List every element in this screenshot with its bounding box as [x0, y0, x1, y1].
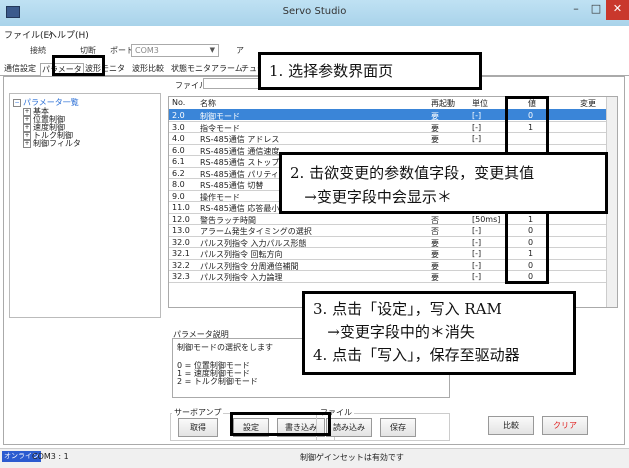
step2-line2: →变更字段中会显示＊	[290, 188, 452, 206]
table-cell: 否	[431, 227, 439, 236]
tree-item[interactable]: + 制御フィルタ	[23, 138, 81, 149]
description-line: 2 = トルク制御モード	[177, 377, 258, 386]
table-cell: 要	[431, 123, 439, 133]
table-cell: [-]	[472, 122, 482, 132]
table-cell: 制御モード	[200, 112, 240, 121]
tab-comm-settings[interactable]: 通信設定	[3, 63, 37, 76]
servo-amp-label: サーボアンプ	[172, 407, 224, 418]
table-cell: 6.0	[172, 145, 185, 155]
table-cell: パルス列指令 回転方向	[200, 250, 283, 259]
close-button[interactable]: ✕	[606, 0, 629, 20]
window-title: Servo Studio	[282, 6, 347, 17]
table-cell: パルス列指令 入力論理	[200, 273, 283, 282]
tab-alarm[interactable]: アラーム	[210, 63, 244, 76]
tab-waveform-compare[interactable]: 波形比較	[131, 63, 165, 76]
table-cell: 否	[431, 215, 439, 225]
menu-bar	[0, 26, 629, 42]
highlight-parameter-tab	[52, 55, 105, 76]
maximize-button[interactable]: □	[586, 0, 606, 20]
table-cell: 警告ラッチ時間	[200, 215, 256, 225]
table-cell: 13.0	[172, 226, 190, 235]
toolbar-label-a: ア	[236, 46, 244, 55]
tab-status-monitor[interactable]: 状態モニタ	[170, 63, 212, 76]
table-cell: 3.0	[172, 122, 185, 132]
table-cell: 4.0	[172, 134, 185, 143]
table-cell: 9.0	[172, 191, 185, 201]
table-cell: [-]	[472, 272, 482, 281]
table-cell: 要	[431, 238, 439, 248]
table-cell: 32.0	[172, 237, 190, 247]
step1-callout: 1. 选择参数界面页	[258, 52, 482, 90]
table-cell: [-]	[472, 134, 482, 143]
menu-help[interactable]: ヘルプ(H)	[48, 28, 89, 41]
table-cell: [-]	[472, 249, 482, 258]
parameter-tree: − パラメータ一覧 + 基本 + 位置制御 + 速度制御 + トルク制御 + 制御フィルタ	[9, 93, 161, 318]
table-cell: 要	[431, 250, 439, 259]
table-cell: パルス列指令 分周通倍補間	[200, 261, 299, 271]
table-cell: 要	[431, 135, 439, 144]
table-cell: アラーム発生タイミングの選択	[200, 227, 312, 236]
expand-icon[interactable]: +	[23, 139, 31, 148]
table-cell: RS-485通信 応答最小時	[200, 204, 288, 213]
table-cell: RS-485通信 アドレス	[200, 135, 280, 144]
table-cell: 要	[431, 273, 439, 282]
chevron-down-icon: ▼	[209, 46, 215, 54]
save-button[interactable]: 保存	[380, 418, 416, 437]
compare-button[interactable]: 比較	[488, 416, 534, 435]
table-cell: 32.2	[172, 260, 190, 270]
table-cell: 要	[431, 112, 439, 121]
table-cell: RS-485通信 切替	[200, 181, 264, 190]
column-header-changed[interactable]: 変更	[580, 98, 596, 109]
table-cell: [-]	[472, 226, 482, 235]
connect-button[interactable]: 接続	[30, 45, 46, 56]
table-cell: 2.0	[172, 111, 185, 120]
table-cell: パルス列指令 入力パルス形態	[200, 238, 307, 248]
description-line: 制御モードの選択をします	[177, 343, 273, 352]
table-cell: 操作モード	[200, 192, 240, 202]
step3-line3: 4. 点击「写入」，保存至驱动器	[313, 346, 520, 364]
highlight-set-write-buttons	[230, 412, 331, 436]
table-cell: 6.2	[172, 168, 185, 178]
step2-callout: 2. 击欲变更的参数值字段，变更其值 →变更字段中会显示＊	[279, 152, 608, 214]
table-cell: [-]	[472, 237, 482, 247]
collapse-icon[interactable]: −	[13, 98, 21, 107]
step3-callout: 3. 点击「设定」，写入 RAM →变更字段中的＊消失 4. 点击「写入」，保存…	[302, 291, 576, 375]
table-cell: 11.0	[172, 203, 190, 212]
clear-button[interactable]: クリア	[542, 416, 588, 435]
table-cell: [-]	[472, 111, 482, 120]
com-status: COM3 : 1	[32, 452, 69, 461]
column-header-unit[interactable]: 単位	[472, 98, 488, 109]
minimize-button[interactable]: –	[566, 0, 586, 20]
tree-item-label: 制御フィルタ	[33, 139, 81, 148]
step3-line2: →变更字段中的＊消失	[313, 323, 475, 341]
table-cell: 32.3	[172, 272, 190, 281]
load-button[interactable]: 読み込み	[326, 418, 372, 437]
step2-line1: 2. 击欲变更的参数值字段，变更其值	[290, 164, 535, 182]
table-cell: 8.0	[172, 180, 185, 189]
column-header-name[interactable]: 名称	[200, 98, 216, 109]
gain-status: 制御ゲインセットは有効です	[300, 453, 404, 462]
step3-line1: 3. 点击「设定」，写入 RAM	[313, 300, 502, 318]
table-cell: [-]	[472, 260, 482, 270]
table-cell: 32.1	[172, 249, 190, 258]
menu-file[interactable]: ファイル(E)	[4, 28, 53, 41]
table-cell: [50ms]	[472, 214, 501, 224]
column-header-restart[interactable]: 再起動	[431, 98, 455, 109]
port-select[interactable]: COM3 ▼	[131, 44, 219, 57]
port-value: COM3	[135, 46, 159, 55]
table-cell: 12.0	[172, 214, 190, 224]
table-cell: RS-485通信 通信速度	[200, 146, 280, 156]
read-button[interactable]: 取得	[178, 418, 218, 437]
table-cell: 6.1	[172, 157, 185, 166]
table-cell: RS-485通信 パリティ	[200, 169, 279, 179]
table-cell: 要	[431, 261, 439, 271]
column-header-no[interactable]: No.	[172, 98, 185, 107]
table-cell: 指令モード	[200, 123, 240, 133]
